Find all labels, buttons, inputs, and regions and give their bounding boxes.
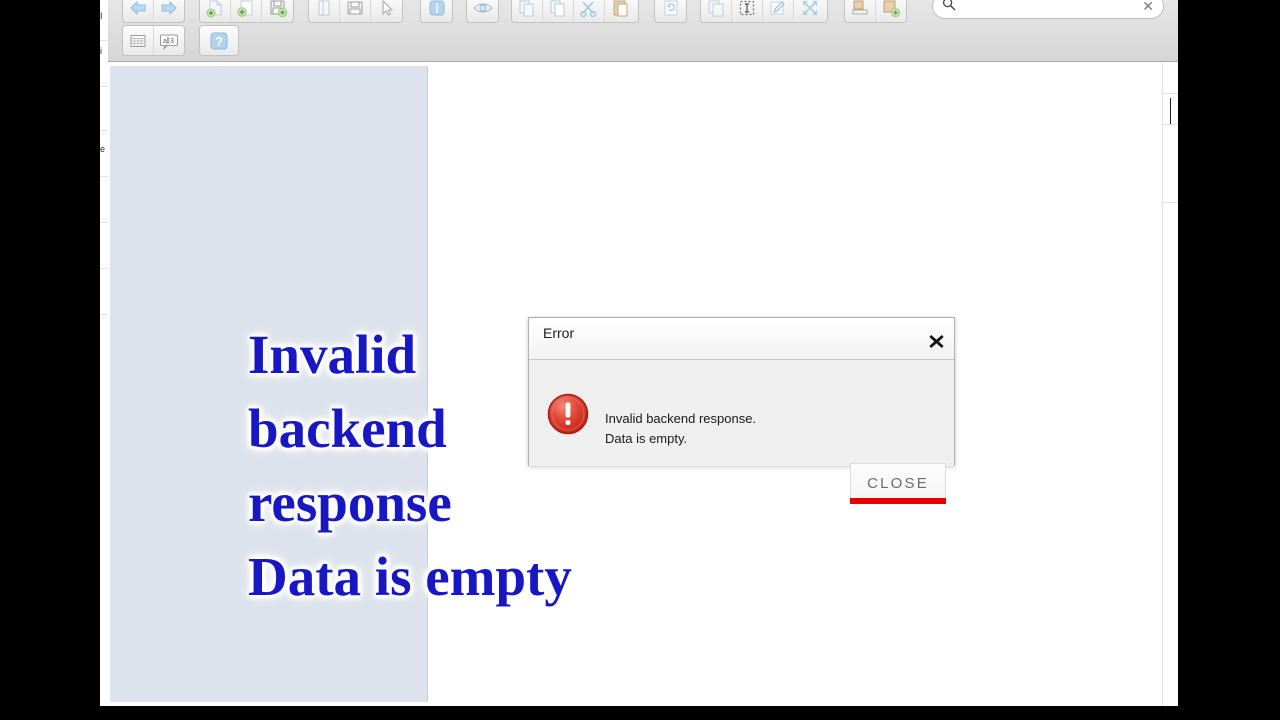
toolbar-group-view: a3 (122, 25, 185, 56)
close-button-accent-bar (850, 498, 946, 504)
close-x-icon[interactable] (925, 330, 947, 352)
toolbar-group-preview (466, 0, 499, 23)
export-button[interactable] (845, 0, 876, 22)
error-dialog: Error Invalid backend response. Data is … (528, 317, 955, 504)
paste-button[interactable] (605, 0, 636, 22)
panel-seam (1162, 124, 1178, 125)
toolbar-group-create (199, 0, 294, 23)
cut-scissors-button[interactable] (574, 0, 605, 22)
toolbar-group-file (308, 0, 403, 23)
expand-arrows-button[interactable] (794, 0, 825, 22)
cursor-select-button[interactable] (371, 0, 402, 22)
dialog-titlebar: Error (529, 318, 954, 360)
left-sidebar-panel[interactable] (110, 66, 428, 702)
translate-button[interactable]: a3 (154, 26, 184, 55)
error-exclamation-icon (547, 393, 589, 435)
forward-button[interactable] (154, 0, 184, 22)
back-button[interactable] (123, 0, 154, 22)
dialog-body: Invalid backend response. Data is empty.… (529, 360, 954, 504)
edit-pencil-button[interactable] (763, 0, 794, 22)
toolbar-group-transfer (844, 0, 907, 23)
dialog-title: Error (543, 325, 575, 341)
svg-text:3: 3 (170, 38, 174, 45)
toolbar-row-1: ✕ (108, 0, 1178, 23)
panel-splitter[interactable] (415, 499, 425, 519)
text-select-button[interactable] (732, 0, 763, 22)
toolbar-group-help: ? (199, 25, 239, 56)
panel-seam (1162, 93, 1178, 94)
panel-seam (1162, 202, 1178, 203)
svg-text:?: ? (215, 34, 223, 49)
info-button[interactable] (421, 0, 452, 22)
svg-text:a: a (163, 38, 167, 45)
search-box[interactable]: ✕ (932, 0, 1164, 19)
dialog-message-line1: Invalid backend response. (605, 411, 757, 426)
dialog-message-line2: Data is empty. (605, 431, 688, 446)
preview-eye-button[interactable] (467, 0, 498, 22)
panel-seam-mark (1170, 98, 1171, 124)
import-add-button[interactable] (876, 0, 906, 22)
search-icon (942, 0, 956, 16)
save-button[interactable] (340, 0, 371, 22)
copy-pages-button[interactable] (512, 0, 543, 22)
screen: I i e ✕ a 3 ? Error Invalid backend resp… (0, 0, 1280, 720)
table-grid-button[interactable] (123, 26, 154, 55)
new-document-add-button[interactable] (200, 0, 231, 22)
main-toolbar: ✕ a3 ? (108, 0, 1178, 62)
clear-x-icon[interactable]: ✕ (1142, 0, 1154, 13)
search-input[interactable] (962, 0, 1137, 14)
open-book-button[interactable] (309, 0, 340, 22)
dialog-message: Invalid backend response. Data is empty. (605, 409, 756, 449)
copy-button[interactable] (543, 0, 574, 22)
panel-seam (1162, 62, 1163, 706)
close-button-label: CLOSE (867, 475, 929, 492)
close-button[interactable]: CLOSE (850, 463, 946, 504)
toolbar-group-navigation (122, 0, 185, 23)
duplicate-button[interactable] (701, 0, 732, 22)
toolbar-group-info (420, 0, 453, 23)
application-window: I i e ✕ a 3 ? Error Invalid backend resp… (100, 0, 1178, 706)
toolbar-group-edit (700, 0, 828, 23)
splitter-line (418, 502, 419, 516)
refresh-page-button[interactable] (655, 0, 686, 22)
save-as-new-button[interactable] (262, 0, 293, 22)
splitter-line (421, 502, 422, 516)
toolbar-group-clipboard (511, 0, 639, 23)
toolbar-group-refresh (654, 0, 687, 23)
toolbar-row-2: a3 ? (108, 25, 1178, 56)
help-question-button[interactable]: ? (200, 26, 238, 55)
page-add-button[interactable] (231, 0, 262, 22)
